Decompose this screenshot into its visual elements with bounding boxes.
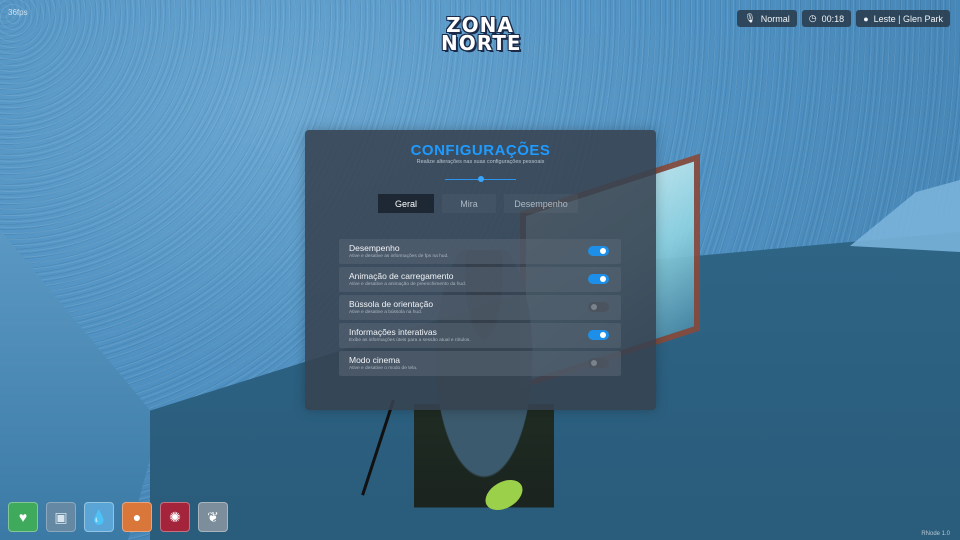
divider-dot <box>478 176 484 182</box>
toggle-cinema[interactable] <box>588 358 609 368</box>
toggle-informacoes[interactable] <box>588 330 609 340</box>
clock-icon: ◷ <box>808 13 817 23</box>
toggle-desempenho[interactable] <box>588 246 609 256</box>
option-row-cinema: Modo cinema Ative e desative o modo de t… <box>339 351 621 376</box>
lungs-icon: ❦ <box>198 502 228 532</box>
option-label: Animação de carregamento <box>349 271 454 281</box>
vest-icon: ▣ <box>46 502 76 532</box>
option-description: Exibe as informações úteis para a sessão… <box>349 338 471 343</box>
tab-desempenho[interactable]: Desempenho <box>504 194 578 213</box>
voice-mode-pill: 🎙 Normal <box>737 10 797 27</box>
toggle-animacao[interactable] <box>588 274 609 284</box>
microphone-icon: 🎙 <box>744 13 756 23</box>
toggle-bussola[interactable] <box>588 302 609 312</box>
settings-option-list: Desempenho Ative e desative as informaçõ… <box>339 239 621 379</box>
tab-mira[interactable]: Mira <box>442 194 496 213</box>
water-drop-icon: 💧 <box>84 502 114 532</box>
compass-icon: ● <box>863 13 869 24</box>
fps-counter: 36fps <box>8 8 28 17</box>
clock-text: 00:18 <box>821 13 845 24</box>
option-label: Modo cinema <box>349 355 401 365</box>
option-label: Bússola de orientação <box>349 299 434 309</box>
version-label: RNode 1.0 <box>921 531 950 537</box>
wall-left <box>0 230 160 540</box>
voice-mode-text: Normal <box>760 13 790 24</box>
tab-geral[interactable]: Geral <box>378 194 434 213</box>
settings-tabs: Geral Mira Desempenho <box>378 194 578 213</box>
location-pill: ● Leste | Glen Park <box>856 10 950 27</box>
option-row-desempenho: Desempenho Ative e desative as informaçõ… <box>339 239 621 264</box>
option-description: Ative e desative a bússola na hud. <box>349 310 423 315</box>
option-label: Informações interativas <box>349 327 437 337</box>
clock-pill: ◷ 00:18 <box>801 10 852 27</box>
settings-panel: CONFIGURAÇÕES Realize alterações nas sua… <box>305 130 656 410</box>
brain-icon: ✺ <box>160 502 190 532</box>
option-description: Ative e desative a animação de preenchim… <box>349 282 467 287</box>
location-text: Leste | Glen Park <box>873 13 943 24</box>
settings-title: CONFIGURAÇÕES <box>410 142 551 159</box>
option-row-informacoes: Informações interativas Exibe as informa… <box>339 323 621 348</box>
option-description: Ative e desative as informações de fps n… <box>349 254 449 259</box>
server-logo: ZONA NORTE <box>441 15 522 58</box>
settings-subtitle: Realize alterações nas suas configuraçõe… <box>416 159 545 165</box>
apple-icon: ● <box>122 502 152 532</box>
option-row-bussola: Bússola de orientação Ative e desative a… <box>339 295 621 320</box>
status-bar: 🎙 Normal ◷ 00:18 ● Leste | Glen Park <box>737 10 950 27</box>
heart-icon: ♥ <box>8 502 38 532</box>
logo-line-2: NORTE <box>441 31 522 55</box>
option-label: Desempenho <box>349 243 400 253</box>
option-row-animacao: Animação de carregamento Ative e desativ… <box>339 267 621 292</box>
player-needs-bar: ♥ ▣ 💧 ● ✺ ❦ <box>8 502 228 532</box>
option-description: Ative e desative o modo de tela. <box>349 366 418 371</box>
